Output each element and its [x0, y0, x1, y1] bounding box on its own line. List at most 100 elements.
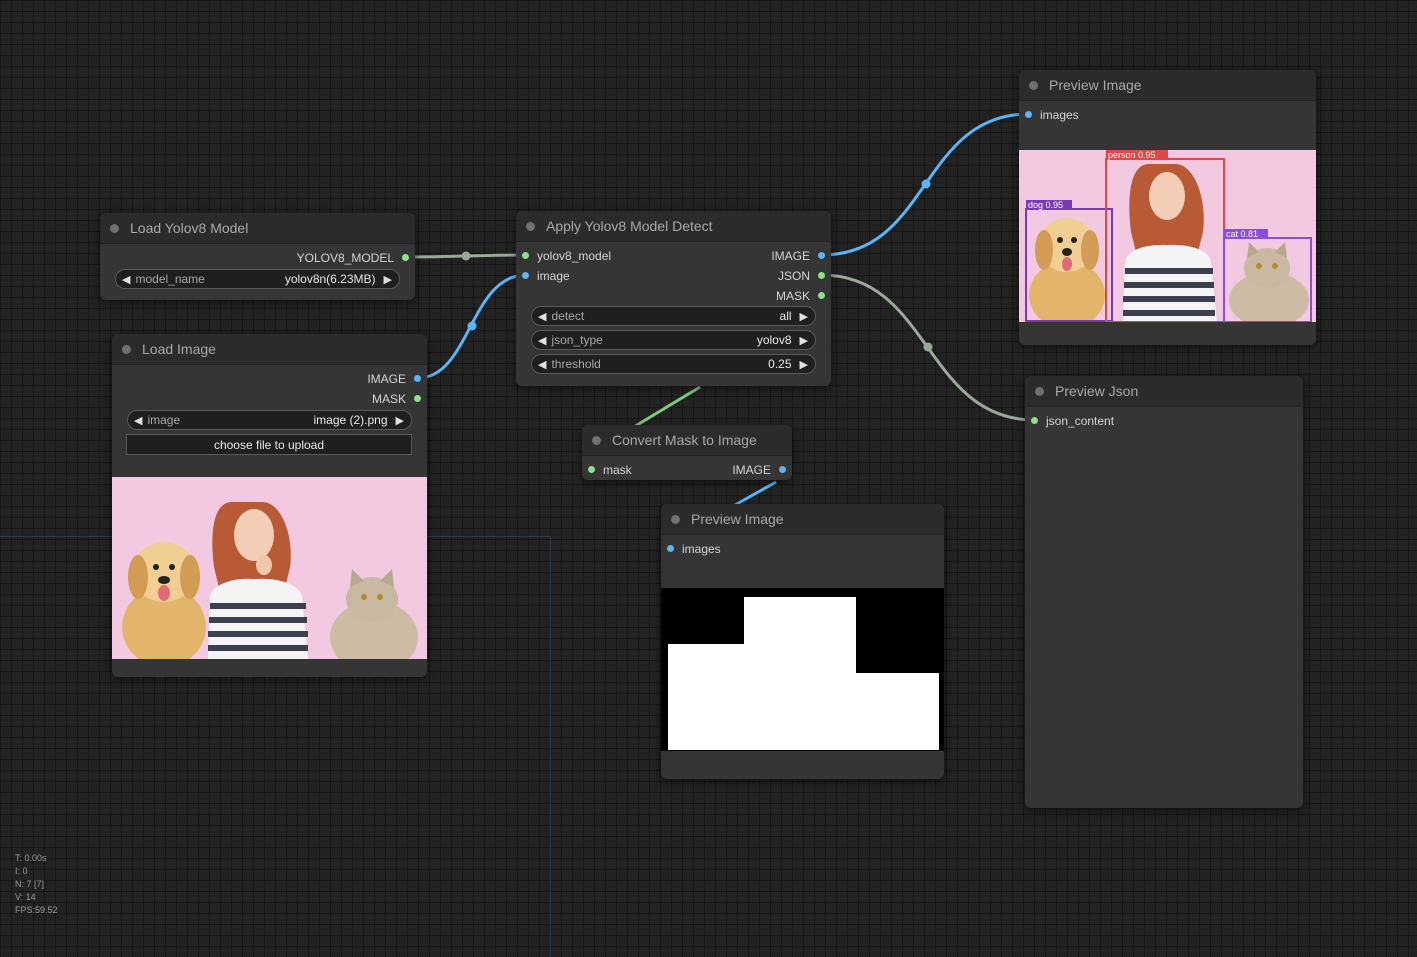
decrement-arrow-icon[interactable]: ◀: [532, 358, 551, 371]
output-port[interactable]: [818, 292, 825, 299]
node-title-bar[interactable]: Convert Mask to Image: [582, 425, 792, 456]
output-slot-mask[interactable]: MASK: [372, 392, 421, 406]
node-apply-yolov8-detect[interactable]: Apply Yolov8 Model Detect yolov8_model i…: [516, 211, 831, 386]
collapse-dot[interactable]: [526, 221, 535, 231]
stat-nodes: N: 7 [7]: [15, 879, 45, 889]
output-port[interactable]: [414, 375, 421, 382]
image-combo[interactable]: ◀ image image (2).png ▶: [127, 410, 412, 430]
decrement-arrow-icon[interactable]: ◀: [116, 273, 135, 286]
input-slot-mask[interactable]: mask: [588, 463, 632, 477]
output-port[interactable]: [779, 466, 786, 473]
stat-fps: FPS:59.52: [15, 905, 58, 915]
stat-iterations: I: 0: [15, 866, 28, 876]
collapse-dot[interactable]: [110, 223, 119, 233]
slot-label: images: [1040, 108, 1079, 122]
node-title-bar[interactable]: Load Image: [112, 334, 427, 365]
node-title-bar[interactable]: Preview Json: [1025, 376, 1303, 407]
collapse-dot[interactable]: [122, 344, 131, 354]
slot-label: yolov8_model: [537, 249, 612, 263]
input-port[interactable]: [1031, 417, 1038, 424]
slot-label: IMAGE: [732, 463, 771, 477]
input-port[interactable]: [1025, 111, 1032, 118]
slot-label: images: [682, 542, 721, 556]
increment-arrow-icon[interactable]: ▶: [792, 310, 815, 323]
node-title-bar[interactable]: Preview Image: [1019, 70, 1316, 101]
mask-preview-image: [661, 588, 944, 751]
output-slot-yolov8-model[interactable]: YOLOV8_MODEL: [297, 251, 409, 265]
widget-value: all: [779, 309, 792, 323]
increment-arrow-icon[interactable]: ▶: [376, 273, 399, 286]
input-slot-json-content[interactable]: json_content: [1031, 414, 1114, 428]
render-stats: T: 0.00s I: 0 N: 7 [7] V: 14 FPS:59.52: [15, 852, 58, 917]
decrement-arrow-icon[interactable]: ◀: [532, 310, 551, 323]
widget-label: detect: [551, 309, 585, 323]
threshold-number[interactable]: ◀ threshold 0.25 ▶: [531, 354, 816, 374]
node-title-bar[interactable]: Preview Image: [661, 504, 944, 535]
mask-shapes: [668, 597, 939, 750]
slot-label: JSON: [777, 269, 810, 283]
link-json-midpoint: [923, 342, 933, 352]
node-title: Preview Image: [691, 511, 784, 527]
upload-button[interactable]: choose file to upload: [126, 434, 412, 455]
widget-label: image: [147, 413, 181, 427]
node-convert-mask-to-image[interactable]: Convert Mask to Image mask IMAGE: [582, 425, 792, 480]
increment-arrow-icon[interactable]: ▶: [792, 358, 815, 371]
collapse-dot[interactable]: [592, 435, 601, 445]
output-port[interactable]: [818, 252, 825, 259]
input-slot-images[interactable]: images: [667, 542, 721, 556]
link-mask: [631, 385, 701, 430]
collapse-dot[interactable]: [671, 514, 680, 524]
output-slot-image[interactable]: IMAGE: [771, 249, 825, 263]
widget-label: json_type: [551, 333, 603, 347]
collapse-dot[interactable]: [1029, 80, 1038, 90]
node-title: Apply Yolov8 Model Detect: [546, 218, 713, 234]
detection-preview-image: dog 0.95 person 0.95 cat 0.81: [1019, 150, 1316, 322]
input-port[interactable]: [667, 545, 674, 552]
input-port[interactable]: [522, 272, 529, 279]
slot-label: IMAGE: [771, 249, 810, 263]
increment-arrow-icon[interactable]: ▶: [388, 414, 411, 427]
output-slot-json[interactable]: JSON: [778, 269, 825, 283]
link-image-out: [821, 112, 1030, 257]
input-slot-images[interactable]: images: [1025, 108, 1079, 122]
input-slot-yolov8-model[interactable]: yolov8_model: [522, 249, 611, 263]
collapse-dot[interactable]: [1035, 386, 1044, 396]
dog-detection-label: dog 0.95: [1028, 200, 1063, 210]
link-image-in: [417, 273, 527, 380]
decrement-arrow-icon[interactable]: ◀: [532, 334, 551, 347]
detect-combo[interactable]: ◀ detect all ▶: [531, 306, 816, 326]
node-title-bar[interactable]: Load Yolov8 Model: [100, 213, 415, 244]
slot-label: YOLOV8_MODEL: [296, 251, 394, 265]
output-port[interactable]: [818, 272, 825, 279]
node-load-image[interactable]: Load Image IMAGE MASK ◀ image image (2).…: [112, 334, 427, 677]
slot-label: json_content: [1046, 414, 1115, 428]
node-load-yolov8-model[interactable]: Load Yolov8 Model YOLOV8_MODEL ◀ model_n…: [100, 213, 415, 300]
output-port[interactable]: [402, 254, 409, 261]
input-slot-image[interactable]: image: [522, 269, 570, 283]
json-type-combo[interactable]: ◀ json_type yolov8 ▶: [531, 330, 816, 350]
photo-illustration: [122, 502, 418, 659]
node-title: Preview Image: [1049, 77, 1142, 93]
person-detection-label: person 0.95: [1108, 150, 1156, 160]
node-preview-image-detections[interactable]: Preview Image images dog 0.95 person 0.9…: [1019, 70, 1316, 345]
stat-time: T: 0.00s: [15, 853, 47, 863]
increment-arrow-icon[interactable]: ▶: [792, 334, 815, 347]
cat-detection-label: cat 0.81: [1226, 229, 1258, 239]
link-mask-image: [734, 480, 777, 507]
widget-value: image (2).png: [313, 413, 388, 427]
loaded-image-preview: [112, 477, 427, 659]
node-title-bar[interactable]: Apply Yolov8 Model Detect: [516, 211, 831, 242]
decrement-arrow-icon[interactable]: ◀: [128, 414, 147, 427]
slot-label: MASK: [371, 392, 406, 406]
node-preview-image-mask[interactable]: Preview Image images: [661, 504, 944, 779]
widget-value: 0.25: [768, 357, 792, 371]
model-name-combo[interactable]: ◀ model_name yolov8n(6.23MB) ▶: [115, 269, 400, 289]
node-preview-json[interactable]: Preview Json json_content: [1025, 376, 1303, 808]
input-port[interactable]: [522, 252, 529, 259]
output-slot-mask[interactable]: MASK: [776, 289, 825, 303]
stat-vertices: V: 14: [15, 892, 36, 902]
output-port[interactable]: [414, 395, 421, 402]
input-port[interactable]: [588, 466, 595, 473]
output-slot-image[interactable]: IMAGE: [367, 372, 421, 386]
output-slot-image[interactable]: IMAGE: [732, 463, 786, 477]
